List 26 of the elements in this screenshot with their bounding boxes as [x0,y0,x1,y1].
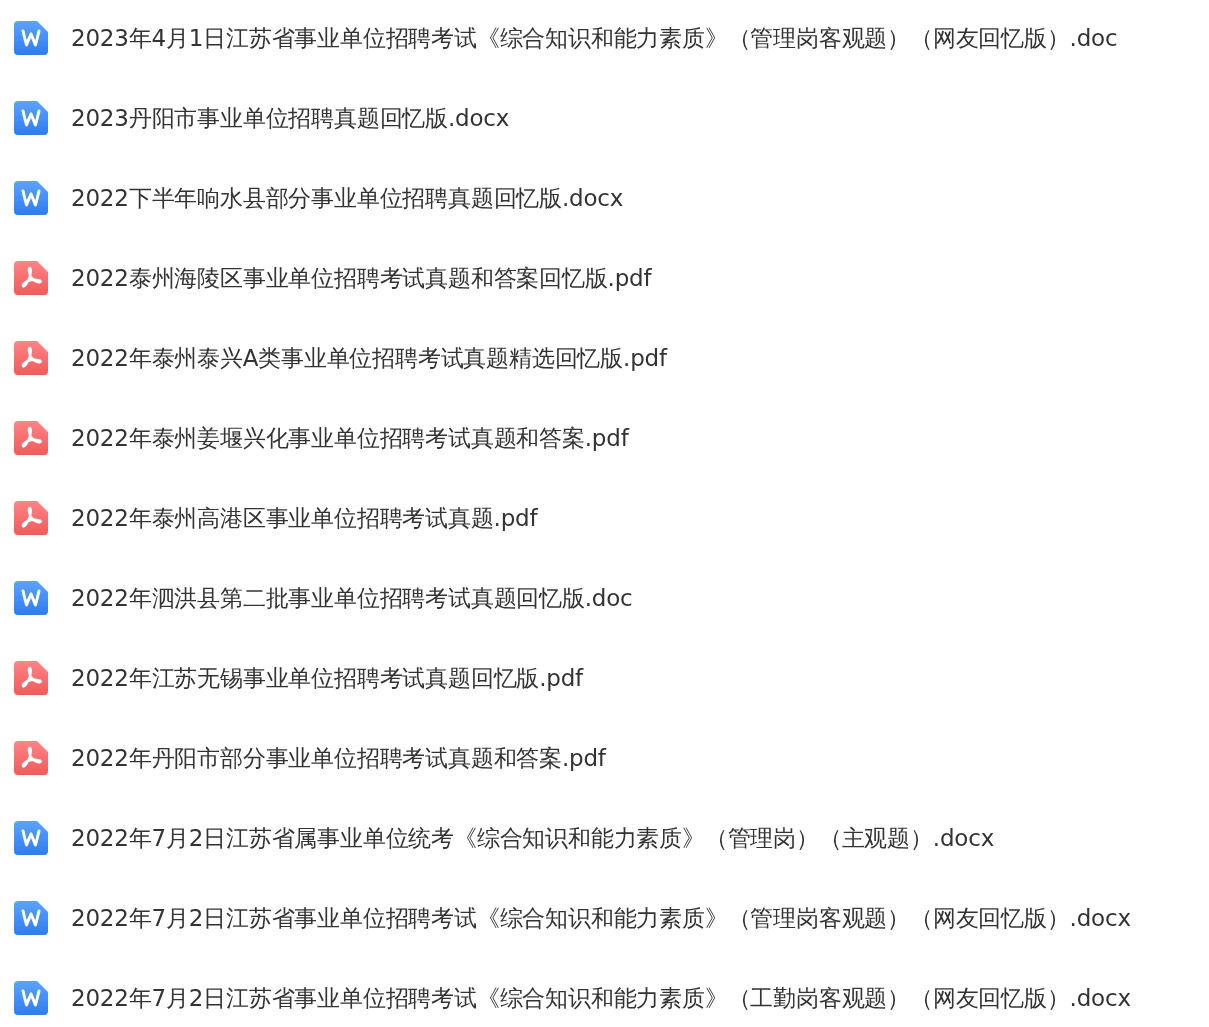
file-name[interactable]: 2022泰州海陵区事业单位招聘考试真题和答案回忆版.pdf [71,262,652,294]
pdf-file-icon [14,501,48,535]
file-name[interactable]: 2023丹阳市事业单位招聘真题回忆版.docx [71,102,510,134]
pdf-file-icon [14,261,48,295]
file-name[interactable]: 2022年泰州泰兴A类事业单位招聘考试真题精选回忆版.pdf [71,342,667,374]
word-file-icon [14,981,48,1015]
word-file-icon [14,181,48,215]
word-file-icon [14,101,48,135]
file-name[interactable]: 2022年泰州高港区事业单位招聘考试真题.pdf [71,502,538,534]
pdf-file-icon [14,341,48,375]
word-file-icon [14,21,48,55]
file-name[interactable]: 2022年7月2日江苏省事业单位招聘考试《综合知识和能力素质》（工勤岗客观题）（网友回忆版）.docx [71,982,1131,1014]
file-name[interactable]: 2022下半年响水县部分事业单位招聘真题回忆版.docx [71,182,624,214]
file-name[interactable]: 2022年丹阳市部分事业单位招聘考试真题和答案.pdf [71,742,606,774]
file-name[interactable]: 2022年江苏无锡事业单位招聘考试真题回忆版.pdf [71,662,583,694]
word-file-icon [14,901,48,935]
pdf-file-icon [14,661,48,695]
file-name[interactable]: 2022年7月2日江苏省事业单位招聘考试《综合知识和能力素质》（管理岗客观题）（网友回忆版）.docx [71,902,1131,934]
file-name[interactable]: 2022年泰州姜堰兴化事业单位招聘考试真题和答案.pdf [71,422,629,454]
pdf-file-icon [14,421,48,455]
word-file-icon [14,821,48,855]
word-file-icon [14,581,48,615]
file-name[interactable]: 2022年7月2日江苏省属事业单位统考《综合知识和能力素质》（管理岗）（主观题）.docx [71,822,995,854]
file-name[interactable]: 2022年泗洪县第二批事业单位招聘考试真题回忆版.doc [71,582,633,614]
file-name[interactable]: 2023年4月1日江苏省事业单位招聘考试《综合知识和能力素质》（管理岗客观题）（网友回忆版）.doc [71,22,1118,54]
pdf-file-icon [14,741,48,775]
